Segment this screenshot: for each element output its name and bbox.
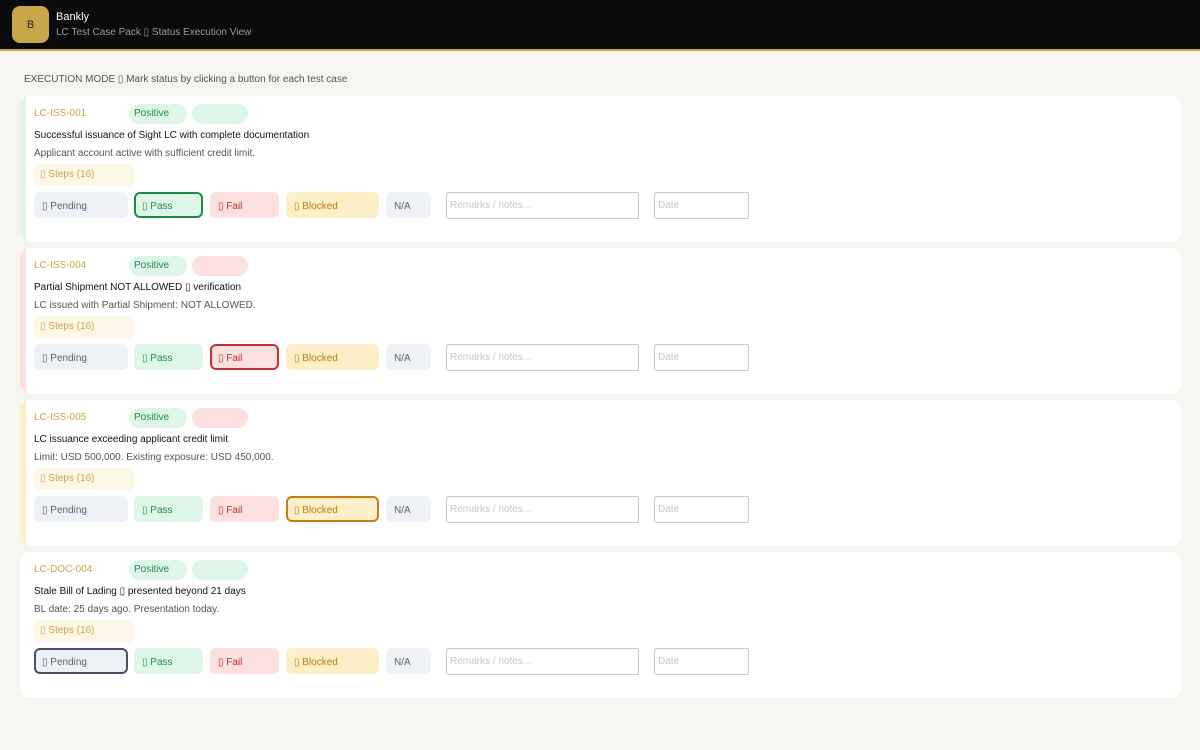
status-stripe: [20, 248, 26, 394]
remarks-input[interactable]: [446, 496, 639, 523]
pass-button[interactable]: ▯ Pass: [134, 648, 203, 674]
test-case-id: LC-ISS-001: [34, 108, 87, 119]
status-badge: [192, 560, 248, 580]
remarks-input[interactable]: [446, 344, 639, 371]
status-badge: [192, 256, 248, 276]
test-case-title: LC issuance exceeding applicant credit l…: [34, 434, 228, 445]
status-stripe: [20, 96, 26, 242]
na-button[interactable]: N/A: [386, 192, 431, 218]
test-case-card: LC-ISS-004 Positive Partial Shipment NOT…: [20, 248, 1181, 394]
pending-button[interactable]: ▯ Pending: [34, 496, 128, 522]
fail-button[interactable]: ▯ Fail: [210, 496, 279, 522]
steps-toggle[interactable]: ▯ Steps (16): [34, 620, 135, 642]
date-input[interactable]: [654, 192, 749, 219]
test-case-precondition: Limit: USD 500,000. Existing exposure: U…: [34, 452, 274, 463]
test-type-badge: Positive: [129, 256, 187, 276]
pass-button[interactable]: ▯ Pass: [134, 192, 203, 218]
remarks-input[interactable]: [446, 648, 639, 675]
status-badge: [192, 104, 248, 124]
date-input[interactable]: [654, 496, 749, 523]
test-case-id: LC-ISS-005: [34, 412, 87, 423]
test-type-badge: Positive: [129, 408, 187, 428]
steps-toggle[interactable]: ▯ Steps (16): [34, 164, 135, 186]
app-name: Bankly: [56, 10, 90, 23]
pending-button[interactable]: ▯ Pending: [34, 192, 128, 218]
test-case-precondition: Applicant account active with sufficient…: [34, 148, 256, 159]
blocked-button[interactable]: ▯ Blocked: [286, 648, 379, 674]
fail-button[interactable]: ▯ Fail: [210, 648, 279, 674]
test-type-badge: Positive: [129, 104, 187, 124]
test-case-id: LC-DOC-004: [34, 564, 93, 575]
na-button[interactable]: N/A: [386, 496, 431, 522]
status-stripe: [20, 552, 26, 698]
brand: Bankly LC Test Case Pack ▯ Status Execut…: [56, 10, 251, 40]
pending-button[interactable]: ▯ Pending: [34, 344, 128, 370]
top-bar: B Bankly LC Test Case Pack ▯ Status Exec…: [0, 0, 1200, 51]
blocked-button[interactable]: ▯ Blocked: [286, 192, 379, 218]
test-case-list: LC-ISS-001 Positive Successful issuance …: [20, 96, 1181, 704]
pass-button[interactable]: ▯ Pass: [134, 496, 203, 522]
fail-button[interactable]: ▯ Fail: [210, 192, 279, 218]
status-stripe: [20, 400, 26, 546]
fail-button[interactable]: ▯ Fail: [210, 344, 279, 370]
test-case-card: LC-DOC-004 Positive Stale Bill of Lading…: [20, 552, 1181, 698]
na-button[interactable]: N/A: [386, 648, 431, 674]
remarks-input[interactable]: [446, 192, 639, 219]
pass-button[interactable]: ▯ Pass: [134, 344, 203, 370]
app-subtitle: LC Test Case Pack ▯ Status Execution Vie…: [56, 26, 252, 38]
status-badge: [192, 408, 248, 428]
pending-button[interactable]: ▯ Pending: [34, 648, 128, 674]
blocked-button[interactable]: ▯ Blocked: [286, 344, 379, 370]
execution-mode-hint: EXECUTION MODE ▯ Mark status by clicking…: [24, 74, 348, 85]
steps-toggle[interactable]: ▯ Steps (16): [34, 316, 135, 338]
test-case-card: LC-ISS-005 Positive LC issuance exceedin…: [20, 400, 1181, 546]
app-logo: B: [12, 6, 49, 43]
test-case-precondition: BL date: 25 days ago. Presentation today…: [34, 604, 220, 615]
date-input[interactable]: [654, 344, 749, 371]
test-case-title: Partial Shipment NOT ALLOWED ▯ verificat…: [34, 282, 242, 293]
date-input[interactable]: [654, 648, 749, 675]
steps-toggle[interactable]: ▯ Steps (16): [34, 468, 135, 490]
na-button[interactable]: N/A: [386, 344, 431, 370]
test-case-id: LC-ISS-004: [34, 260, 87, 271]
test-case-card: LC-ISS-001 Positive Successful issuance …: [20, 96, 1181, 242]
blocked-button[interactable]: ▯ Blocked: [286, 496, 379, 522]
test-case-precondition: LC issued with Partial Shipment: NOT ALL…: [34, 300, 256, 311]
test-case-title: Stale Bill of Lading ▯ presented beyond …: [34, 586, 246, 597]
test-case-title: Successful issuance of Sight LC with com…: [34, 130, 310, 141]
test-type-badge: Positive: [129, 560, 187, 580]
